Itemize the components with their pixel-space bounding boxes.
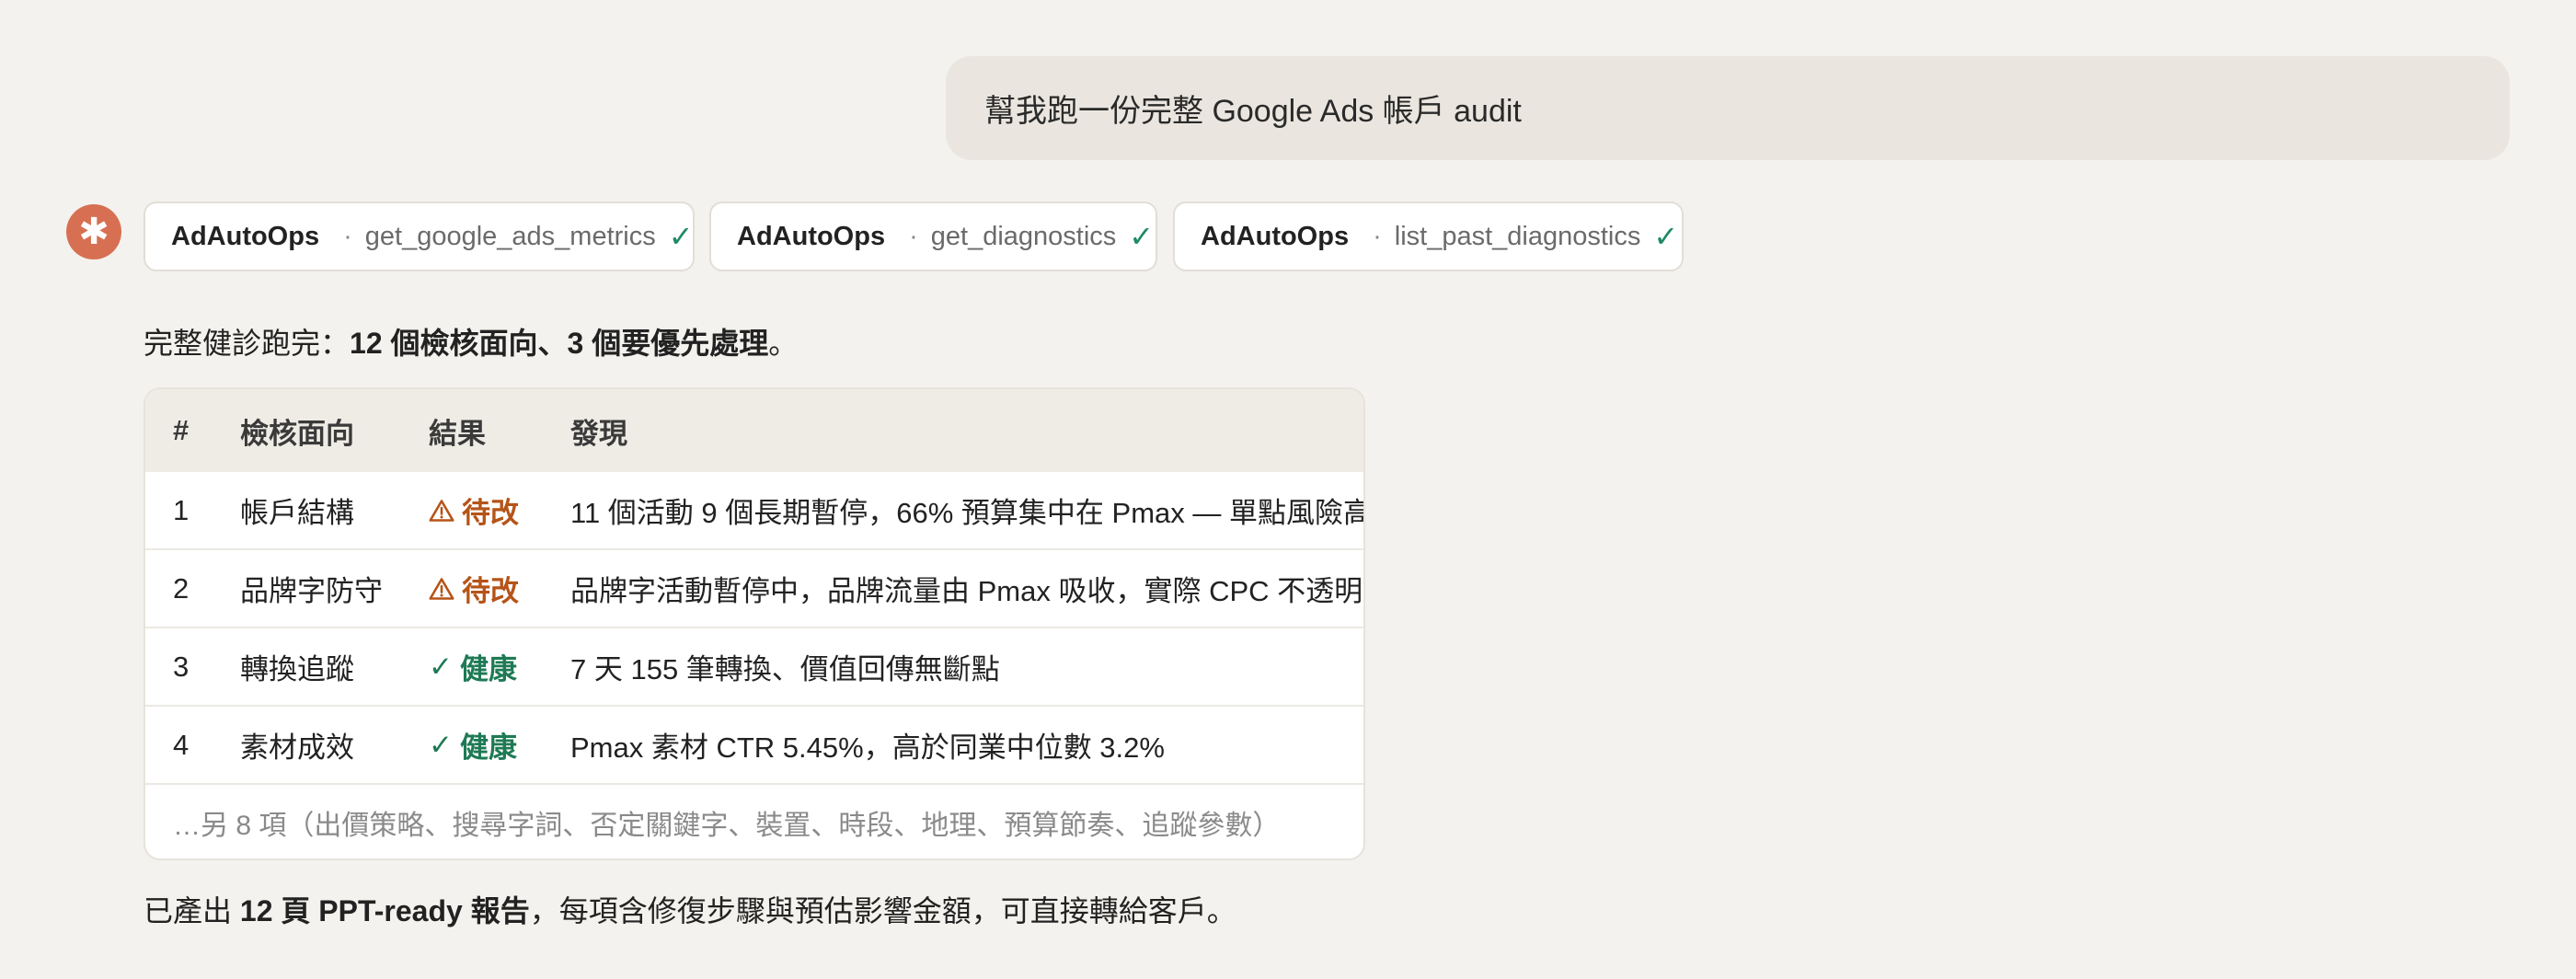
row-number: 2	[173, 571, 190, 605]
result-label: 待改	[462, 497, 519, 529]
tool-call-chip-metrics[interactable]: AdAutoOps · get_google_ads_metrics ✓	[144, 202, 695, 271]
warning-icon	[429, 577, 454, 600]
check-icon: ✓	[1129, 220, 1155, 253]
assistant-avatar-icon: ✱	[66, 204, 121, 259]
separator-dot: ·	[909, 221, 918, 251]
summary-prefix: 完整健診跑完：	[144, 327, 351, 360]
closing-prefix: 已產出	[144, 894, 240, 927]
row-result: ✓ 健康	[429, 707, 517, 783]
closing-suffix: ，每項含修復步驟與預估影響金額，可直接轉給客戶。	[529, 894, 1236, 927]
header-result: 結果	[429, 417, 486, 450]
check-icon: ✓	[429, 728, 453, 761]
result-label: 待改	[462, 575, 519, 607]
table-row: 2 品牌字防守 待改 品牌字活動暫停中，品牌流量由 Pmax 吸收，實際 CPC…	[145, 550, 1363, 628]
table-row: 3 轉換追蹤 ✓ 健康 7 天 155 筆轉換、價值回傳無斷點	[145, 628, 1363, 707]
row-aspect: 素材成效	[240, 731, 354, 764]
row-number: 4	[173, 728, 190, 761]
tool-name: get_diagnostics	[930, 221, 1117, 251]
row-number: 3	[173, 650, 190, 683]
row-aspect: 轉換追蹤	[240, 653, 354, 685]
row-finding: 品牌字活動暫停中，品牌流量由 Pmax 吸收，實際 CPC 不透明	[570, 575, 1363, 607]
audit-summary-text: 完整健診跑完：12 個檢核面向、3 個要優先處理。	[144, 320, 798, 363]
header-number: #	[173, 414, 190, 446]
table-row: 4 素材成效 ✓ 健康 Pmax 素材 CTR 5.45%，高於同業中位數 3.…	[145, 707, 1363, 785]
tool-name: get_google_ads_metrics	[364, 221, 656, 251]
closing-highlight: 12 頁 PPT-ready 報告	[239, 894, 530, 927]
row-aspect: 帳戶結構	[240, 497, 354, 529]
summary-suffix: 。	[768, 327, 799, 360]
table-more-items: …另 8 項（出價策略、搜尋字詞、否定關鍵字、裝置、時段、地理、預算節奏、追蹤參…	[173, 810, 1281, 841]
check-icon: ✓	[1653, 220, 1679, 253]
row-finding: 11 個活動 9 個長期暫停，66% 預算集中在 Pmax — 單點風險高	[570, 497, 1365, 529]
row-result: 待改	[429, 472, 519, 548]
row-result: 待改	[429, 550, 519, 627]
table-row: 1 帳戶結構 待改 11 個活動 9 個長期暫停，66% 預算集中在 Pmax …	[145, 472, 1363, 550]
tool-server-name: AdAutoOps	[737, 221, 886, 251]
tool-name: list_past_diagnostics	[1394, 221, 1641, 251]
header-aspect: 檢核面向	[240, 417, 354, 450]
header-finding: 發現	[570, 417, 627, 450]
tool-call-chip-diagnostics[interactable]: AdAutoOps · get_diagnostics ✓	[709, 202, 1157, 271]
user-message-text: 幫我跑一份完整 Google Ads 帳戶 audit	[984, 94, 1522, 129]
row-number: 1	[173, 493, 190, 526]
result-label: 健康	[459, 731, 517, 764]
row-aspect: 品牌字防守	[240, 575, 383, 607]
separator-dot: ·	[343, 221, 352, 251]
tool-call-chip-past-diagnostics[interactable]: AdAutoOps · list_past_diagnostics ✓	[1173, 202, 1684, 271]
audit-table: # 檢核面向 結果 發現 1 帳戶結構 待改 11 個活動 9 個長期暫停，66…	[144, 387, 1365, 860]
row-finding: 7 天 155 筆轉換、價值回傳無斷點	[570, 653, 1000, 685]
warning-icon	[429, 499, 454, 522]
check-icon: ✓	[668, 220, 694, 253]
summary-highlight: 12 個檢核面向、3 個要優先處理	[350, 327, 769, 360]
tool-server-name: AdAutoOps	[171, 221, 320, 251]
result-label: 健康	[459, 653, 517, 685]
row-finding: Pmax 素材 CTR 5.45%，高於同業中位數 3.2%	[570, 731, 1165, 764]
user-message-bubble: 幫我跑一份完整 Google Ads 帳戶 audit	[946, 56, 2510, 160]
table-header-row: # 檢核面向 結果 發現	[145, 389, 1363, 472]
tool-server-name: AdAutoOps	[1201, 221, 1350, 251]
asterisk-icon: ✱	[78, 212, 109, 252]
separator-dot: ·	[1373, 221, 1382, 251]
row-result: ✓ 健康	[429, 628, 517, 705]
check-icon: ✓	[429, 650, 453, 683]
report-summary-text: 已產出 12 頁 PPT-ready 報告，每項含修復步驟與預估影響金額，可直接…	[144, 888, 1236, 930]
